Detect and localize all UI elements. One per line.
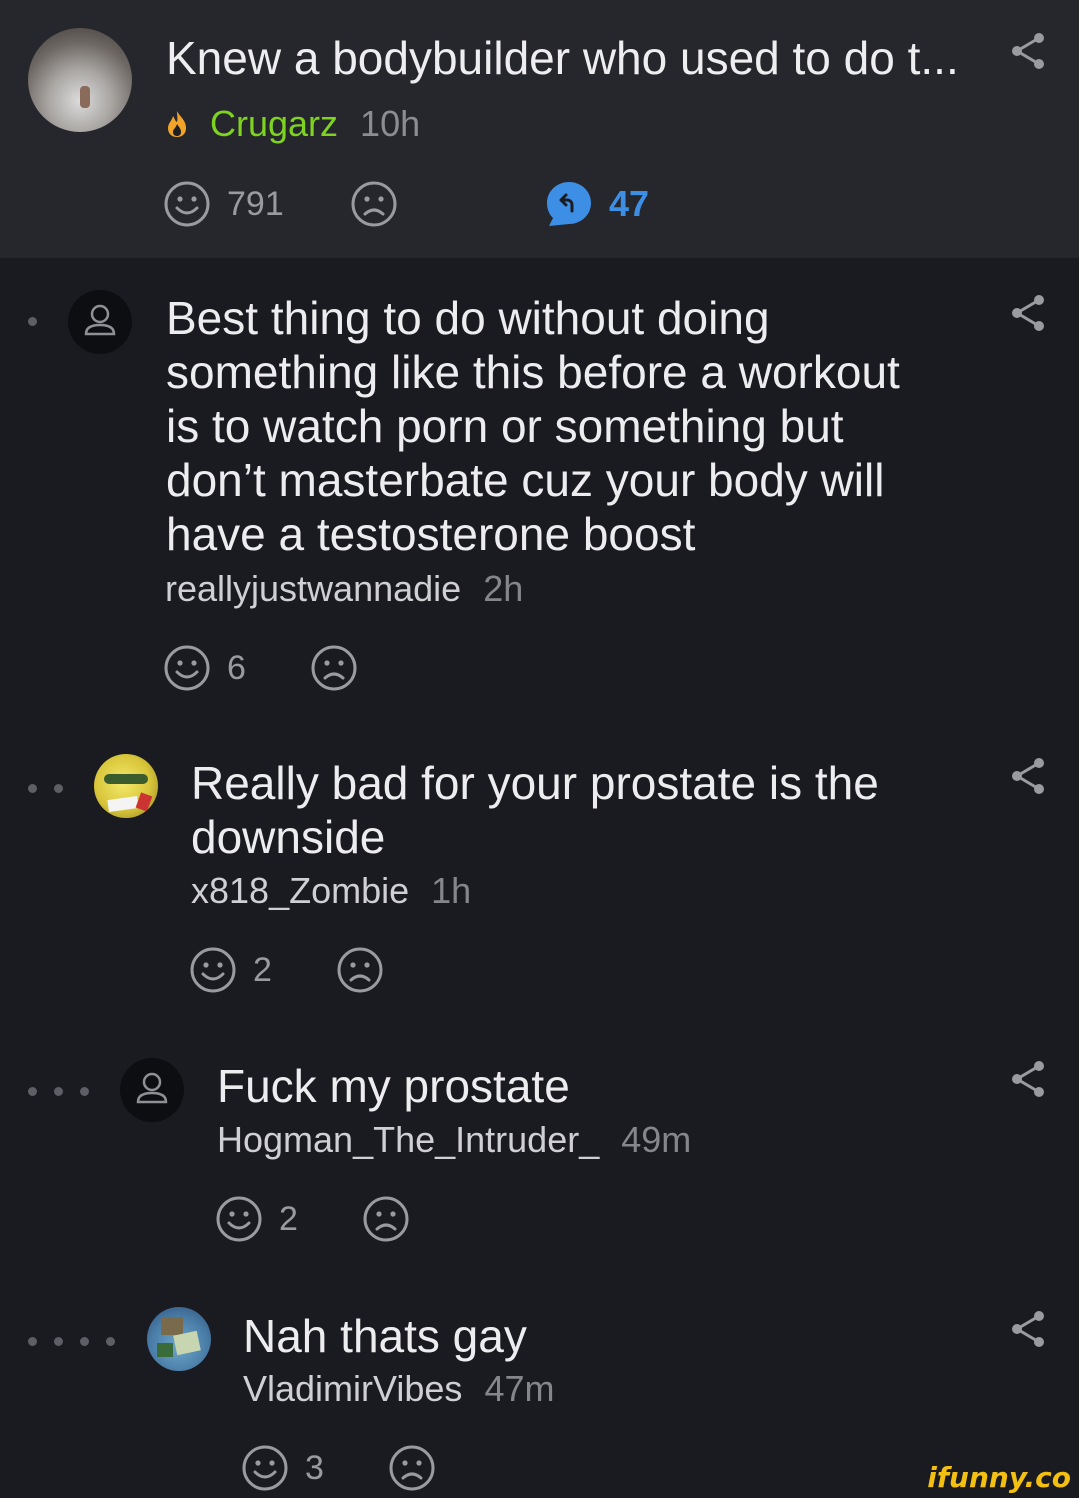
comment-meta: Hogman_The_Intruder_ 49m (217, 1118, 691, 1162)
comment-reactions: 2 (189, 946, 384, 994)
post-time: 10h (360, 103, 421, 144)
comment-author[interactable]: VladimirVibes (243, 1367, 462, 1411)
smile-count: 2 (253, 950, 272, 989)
post-reactions: 791 (163, 180, 398, 228)
comment-text: Best thing to do without doing something… (166, 292, 900, 560)
comments-screen: Knew a bodybuilder who used to do t... C… (0, 0, 1079, 1498)
share-icon[interactable] (1010, 1309, 1046, 1349)
comment-reactions: 6 (163, 644, 358, 692)
share-icon[interactable] (1010, 1059, 1046, 1099)
site-watermark: ifunny.co (927, 1461, 1071, 1494)
comment-author[interactable]: x818_Zombie (191, 869, 409, 913)
avatar[interactable] (120, 1058, 184, 1122)
smile-count: 2 (279, 1199, 298, 1238)
smile-face-icon[interactable] (241, 1444, 289, 1492)
replies-button[interactable]: 47 (545, 180, 649, 228)
sad-face-icon[interactable] (336, 946, 384, 994)
default-user-icon (136, 1072, 168, 1104)
sad-face-icon[interactable] (388, 1444, 436, 1492)
reply-count: 47 (609, 183, 650, 224)
comment-reactions: 3 (241, 1444, 436, 1492)
comment-text: Nah thats gay (243, 1310, 527, 1362)
comment-text: Really bad for your prostate is the down… (191, 757, 879, 863)
comment-time: 1h (431, 870, 472, 911)
post-thumbnail[interactable] (28, 28, 132, 132)
share-icon[interactable] (1010, 31, 1046, 71)
avatar[interactable] (94, 754, 158, 818)
thread-depth-dots (28, 784, 80, 793)
default-user-icon (84, 304, 116, 336)
smile-face-icon[interactable] (163, 180, 211, 228)
comment-time: 2h (483, 568, 524, 609)
post-author[interactable]: Crugarz (210, 102, 338, 146)
avatar[interactable] (68, 290, 132, 354)
post-byline: Crugarz 10h (166, 102, 420, 146)
smile-count: 6 (227, 648, 246, 687)
smile-face-icon[interactable] (189, 946, 237, 994)
comment-time: 49m (621, 1119, 692, 1160)
comment-author[interactable]: Hogman_The_Intruder_ (217, 1118, 599, 1162)
post-title[interactable]: Knew a bodybuilder who used to do t... (166, 30, 966, 86)
smile-face-icon[interactable] (215, 1195, 263, 1243)
comment-reactions: 2 (215, 1195, 410, 1243)
comment-text: Fuck my prostate (217, 1060, 570, 1112)
share-icon[interactable] (1010, 756, 1046, 796)
post-header: Knew a bodybuilder who used to do t... C… (0, 0, 1079, 258)
comment-meta: reallyjustwannadie 2h (165, 567, 523, 611)
reply-bubble-icon (545, 180, 593, 228)
thread-depth-dots (28, 1087, 106, 1096)
sad-face-icon[interactable] (350, 180, 398, 228)
comment-meta: x818_Zombie 1h (191, 869, 471, 913)
smile-count: 3 (305, 1448, 324, 1487)
comment-time: 47m (484, 1368, 555, 1409)
share-icon[interactable] (1010, 293, 1046, 333)
sad-face-icon[interactable] (310, 644, 358, 692)
smile-face-icon[interactable] (163, 644, 211, 692)
avatar[interactable] (147, 1307, 211, 1371)
sad-face-icon[interactable] (362, 1195, 410, 1243)
comment-meta: VladimirVibes 47m (243, 1367, 554, 1411)
flame-icon (166, 110, 188, 138)
thread-depth-dots (28, 317, 54, 326)
smile-count: 791 (227, 184, 284, 223)
thread-depth-dots (28, 1337, 132, 1346)
comment-author[interactable]: reallyjustwannadie (165, 567, 461, 611)
